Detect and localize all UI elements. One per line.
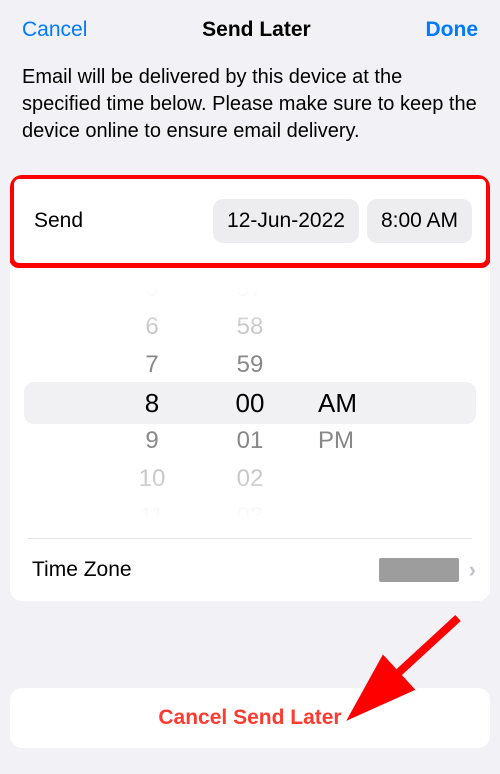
timezone-value-redacted bbox=[379, 558, 459, 582]
chevron-right-icon: › bbox=[469, 557, 476, 583]
modal-title: Send Later bbox=[202, 18, 311, 42]
hour-selected: 8 bbox=[145, 384, 159, 422]
cancel-send-later-button[interactable]: Cancel Send Later bbox=[10, 688, 490, 748]
send-label: Send bbox=[28, 209, 83, 233]
modal-header: Cancel Send Later Done bbox=[0, 0, 500, 56]
minute-wheel[interactable]: 57 58 59 00 01 02 03 bbox=[220, 270, 280, 536]
minute-selected: 00 bbox=[236, 384, 265, 422]
time-wheel-picker[interactable]: 5 6 7 8 9 10 11 57 58 59 00 01 02 03 bbox=[10, 268, 490, 538]
time-picker-button[interactable]: 8:00 AM bbox=[367, 199, 472, 243]
send-row-highlight: Send 12-Jun-2022 8:00 AM bbox=[10, 175, 490, 268]
schedule-card: Send 12-Jun-2022 8:00 AM 5 6 7 8 9 10 11… bbox=[10, 175, 490, 601]
description-text: Email will be delivered by this device a… bbox=[0, 56, 500, 167]
datetime-pills: 12-Jun-2022 8:00 AM bbox=[213, 199, 472, 243]
done-button[interactable]: Done bbox=[426, 18, 479, 42]
timezone-row[interactable]: Time Zone › bbox=[10, 539, 490, 601]
cancel-button[interactable]: Cancel bbox=[22, 18, 87, 42]
period-selected: AM bbox=[318, 384, 357, 422]
period-wheel[interactable]: AM PM bbox=[318, 270, 378, 536]
hour-wheel[interactable]: 5 6 7 8 9 10 11 bbox=[122, 270, 182, 536]
date-picker-button[interactable]: 12-Jun-2022 bbox=[213, 199, 359, 243]
timezone-label: Time Zone bbox=[32, 558, 132, 582]
